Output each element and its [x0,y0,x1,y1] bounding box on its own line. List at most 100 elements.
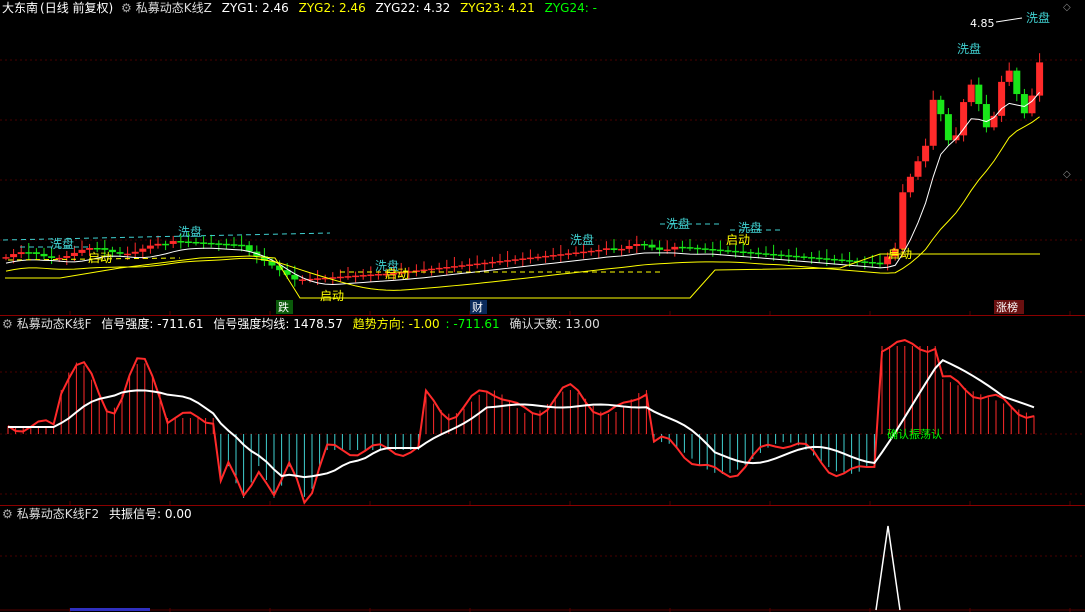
candle-body [944,114,952,141]
candle-body [238,244,246,247]
candle-body [557,254,565,256]
zyg22-label: ZYG22: [375,1,420,15]
candle-body [2,257,10,259]
zyg22-value: 4.32 [423,1,451,15]
candle-body [374,274,382,276]
settings-gear-icon[interactable]: ⚙ [2,507,13,521]
f-indicator-name[interactable]: 私募动态K线F [17,317,92,331]
settings-gear-icon[interactable]: ⚙ [2,317,13,331]
candle-body [564,253,572,255]
trend2-value: -711.61 [453,317,500,331]
candle-body [625,246,633,249]
candle-body [663,249,671,251]
collapse-diamond-icon[interactable]: ◇ [1063,2,1071,13]
signal-tag-label: 启动 [88,251,112,265]
signal-tag-label: 启动 [888,247,912,261]
candle-body [602,248,610,250]
candle-body [815,257,823,260]
candle-body [63,256,71,258]
candle-body [70,252,78,257]
strength-ma-readout: 信号强度均线: 1478.57 [213,317,343,331]
candle-body [678,246,686,249]
candle-body [937,99,945,115]
candle-body [48,256,56,258]
trend-readout: 趋势方向: -1.00 [353,317,440,331]
candle-body [40,253,48,257]
candle-body [25,252,33,254]
candle-body [618,248,626,251]
resonance-value: 0.00 [164,507,192,521]
close-x-icon[interactable]: ◇ [1063,169,1071,180]
zyg23-label: ZYG23: [460,1,505,15]
candle-body [359,275,367,277]
signal-tag-label: 洗盘 [50,236,74,251]
candle-body [116,252,124,254]
zyg1-label: ZYG1: [221,1,259,15]
candle-body [754,252,762,255]
strength-ma-label: 信号强度均线: [213,317,290,331]
f2-indicator-name[interactable]: 私募动态K线F2 [17,507,99,521]
signal-tag-label: 启动 [320,289,344,303]
candle-body [534,256,542,259]
signal-tag-label: 洗盘 [957,41,981,56]
candle-body [960,102,968,136]
f2-panel-header: ⚙ 私募动态K线F2 共振信号: 0.00 [2,506,198,522]
candle-body [572,252,580,255]
candle-body [549,255,557,257]
candle-body [352,275,360,278]
candle-body [709,249,717,251]
candle-body [222,243,230,246]
candle-body [982,104,990,128]
candle-body [162,243,170,246]
confirm-days-label: 确认天数: [509,317,562,331]
settings-gear-icon[interactable]: ⚙ [121,1,132,15]
signal-strength-chart[interactable] [0,316,1085,505]
candle-body [899,192,907,249]
candle-body [587,250,595,253]
candle-body [648,244,656,248]
candle-body [777,254,785,257]
event-badge-label: 涨榜 [996,300,1018,314]
candle-body [344,276,352,278]
zyg2-label: ZYG2: [298,1,336,15]
strength-label: 信号强度: [101,317,154,331]
candle-body [694,247,702,250]
indicator-name[interactable]: 私募动态K线Z [136,1,212,15]
candle-body [808,257,816,259]
candle-body [929,99,937,146]
candle-body [10,254,18,258]
candle-body [792,255,800,258]
resonance-panel[interactable]: ⚙ 私募动态K线F2 共振信号: 0.00 [0,506,1085,612]
signal-tag-label: 洗盘 [666,216,690,231]
signal-tag-label: 启动 [385,267,409,281]
candle-body [184,241,192,244]
candle-body [17,252,25,255]
trend-label: 趋势方向: [352,317,405,331]
candle-body [830,258,838,261]
candle-body [732,250,740,253]
main-chart-panel[interactable]: 洗盘 洗盘 启动 洗盘 启动 启动 洗盘 洗盘 洗盘 启动 启动 洗盘 洗盘跌财涨榜 大东南 (日线 前复… [0,0,1085,315]
candle-body [838,259,846,262]
candle-body [101,248,109,250]
candle-body [906,176,914,193]
zyg2-readout: ZYG2: 2.46 [299,1,366,15]
candle-body [314,278,322,280]
strength-value: -711.61 [157,317,204,331]
signal-strength-panel[interactable]: ⚙ 私募动态K线F 信号强度: -711.61 信号强度均线: 1478.57 趋… [0,316,1085,505]
candle-body [504,260,512,262]
candle-body [78,249,86,253]
candle-body [716,249,724,252]
trend2-readout: : -711.61 [446,317,500,331]
zyg24-value: - [592,1,597,15]
candle-body [458,265,466,267]
trend2-label: : [445,317,450,331]
zyg23-value: 4.21 [508,1,535,15]
candle-body [496,261,504,263]
candle-body [192,241,200,244]
candlestick-chart[interactable]: 洗盘洗盘启动洗盘启动启动洗盘洗盘 洗盘启动启动洗盘洗盘跌财涨榜 [0,0,1085,315]
event-badge-label: 跌 [278,300,289,314]
high-price-label: 4.85 [970,17,995,30]
candle-body [367,274,375,277]
candle-body [610,248,618,251]
candle-body [846,260,854,262]
